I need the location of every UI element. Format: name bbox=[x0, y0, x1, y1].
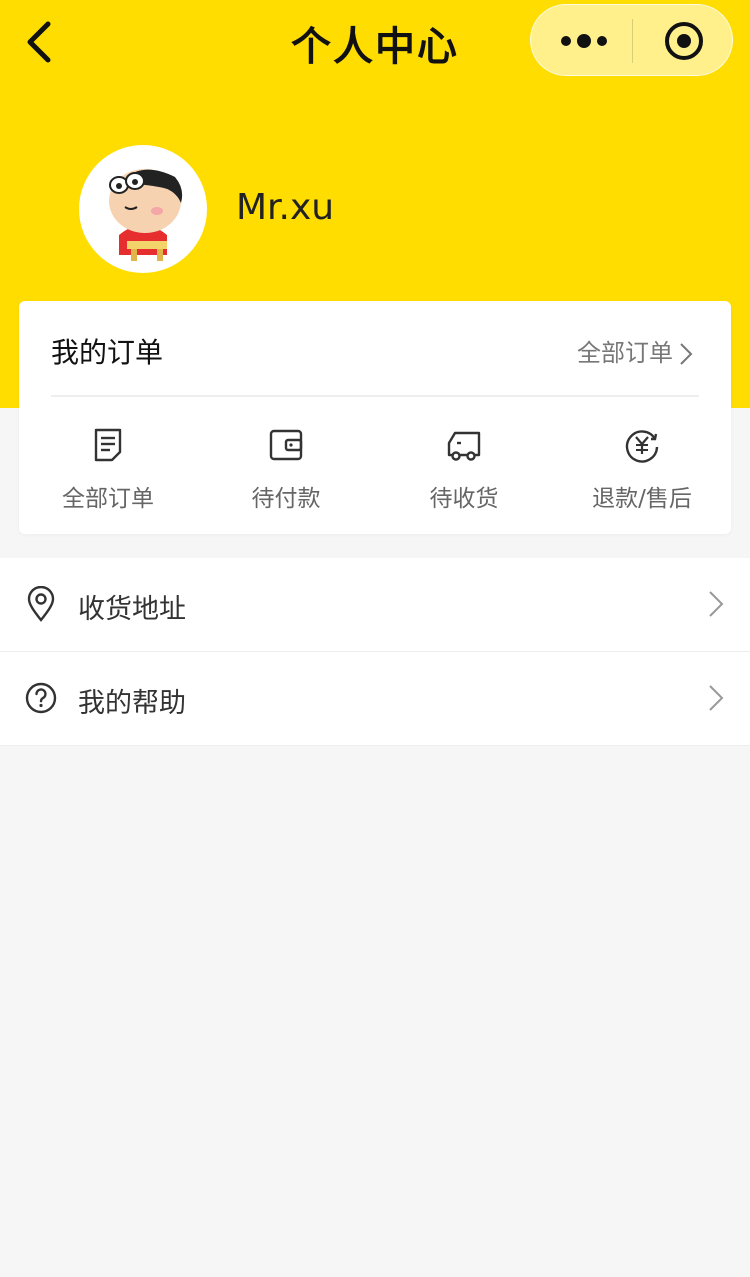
chevron-right-icon bbox=[709, 685, 724, 711]
order-item-refund[interactable]: 退款/售后 bbox=[553, 397, 731, 534]
menu-item-label: 收货地址 bbox=[78, 594, 186, 625]
location-pin-icon bbox=[27, 586, 55, 622]
avatar[interactable] bbox=[79, 145, 207, 273]
mini-program-capsule bbox=[530, 4, 733, 76]
order-item-label: 退款/售后 bbox=[592, 486, 692, 512]
orders-card: 我的订单 全部订单 全部订单 待付款 待收货 退款/售后 bbox=[19, 301, 731, 534]
order-item-label: 待收货 bbox=[429, 486, 499, 512]
help-circle-icon bbox=[25, 682, 57, 714]
menu-item-address[interactable]: 收货地址 bbox=[0, 558, 750, 652]
all-orders-label: 全部订单 bbox=[577, 339, 673, 367]
close-button[interactable] bbox=[633, 5, 734, 75]
menu-item-label: 我的帮助 bbox=[78, 688, 186, 719]
order-status-list: 全部订单 待付款 待收货 退款/售后 bbox=[19, 397, 731, 534]
more-dots-icon bbox=[561, 34, 607, 48]
orders-header: 我的订单 全部订单 bbox=[51, 301, 699, 397]
truck-icon bbox=[447, 431, 481, 461]
menu-item-help[interactable]: 我的帮助 bbox=[0, 652, 750, 746]
order-item-pending-receipt[interactable]: 待收货 bbox=[375, 397, 553, 534]
order-item-label: 全部订单 bbox=[62, 486, 154, 512]
orders-title: 我的订单 bbox=[51, 336, 164, 369]
wallet-icon bbox=[269, 429, 303, 461]
cartoon-avatar-icon bbox=[109, 169, 183, 261]
order-item-pending-payment[interactable]: 待付款 bbox=[197, 397, 375, 534]
all-orders-link[interactable]: 全部订单 bbox=[577, 333, 693, 368]
order-item-label: 待付款 bbox=[251, 486, 321, 512]
refund-yen-icon bbox=[625, 430, 659, 463]
document-icon bbox=[94, 428, 122, 462]
chevron-right-icon bbox=[680, 343, 693, 365]
chevron-right-icon bbox=[709, 591, 724, 617]
username: Mr.xu bbox=[236, 187, 335, 228]
menu-list: 收货地址 我的帮助 bbox=[0, 558, 750, 746]
target-close-icon bbox=[665, 22, 703, 60]
more-button[interactable] bbox=[531, 5, 632, 75]
navigation-bar: 个人中心 bbox=[0, 0, 750, 84]
order-item-all[interactable]: 全部订单 bbox=[19, 397, 197, 534]
